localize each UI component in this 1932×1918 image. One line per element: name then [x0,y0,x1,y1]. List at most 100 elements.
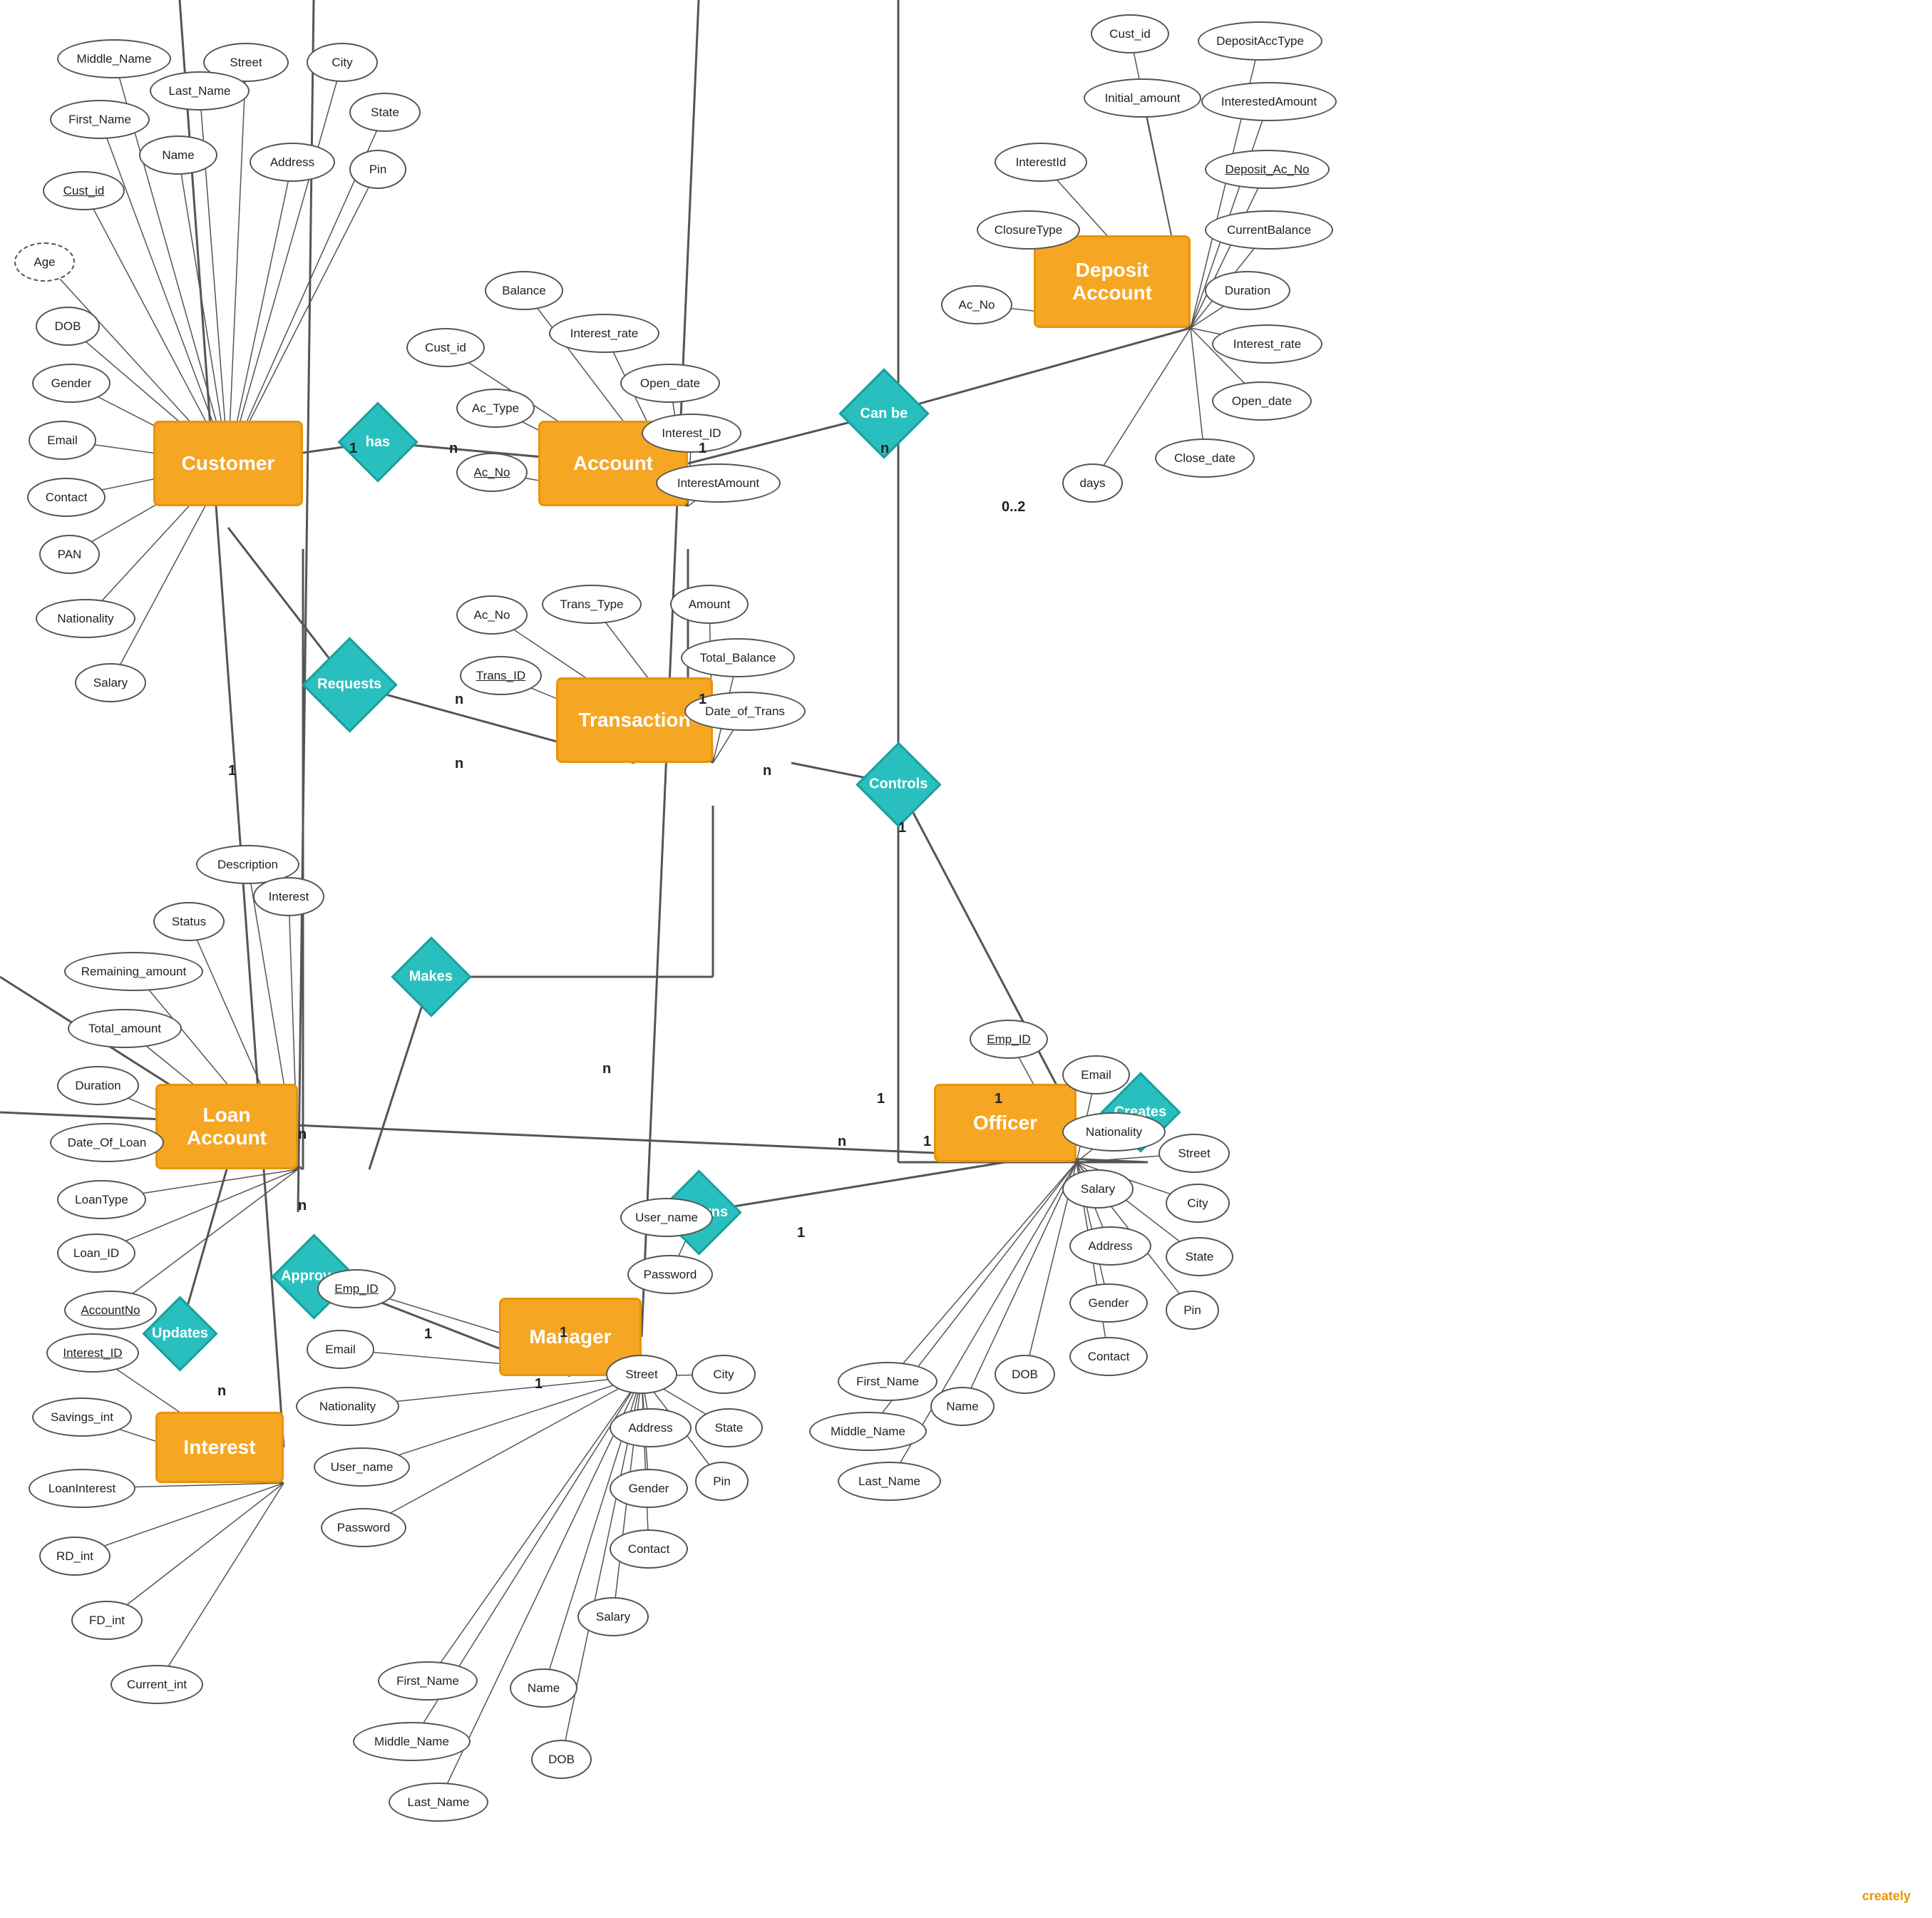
attribute-salary: Salary [577,1597,649,1636]
attribute-deposit-ac-no: Deposit_Ac_No [1205,150,1330,189]
attribute-state: State [349,93,421,132]
attribute-password: Password [321,1508,406,1547]
entity-loan_account: Loan Account [155,1084,298,1169]
attribute-salary: Salary [1062,1169,1134,1209]
multiplicity-17: 1 [877,1091,885,1107]
attribute-ac-no: Ac_No [456,595,528,635]
attribute-accountno: AccountNo [64,1291,157,1330]
attribute-depositacctype: DepositAccType [1198,21,1322,61]
attribute-dob: DOB [36,307,100,346]
attribute-gender: Gender [610,1469,688,1508]
attribute-cust-id: Cust_id [43,171,125,210]
attribute-pin: Pin [1166,1291,1219,1330]
attribute-emp-id: Emp_ID [317,1269,396,1308]
watermark: creately [1862,1889,1911,1904]
er-diagram: CustomerAccountDeposit AccountTransactio… [0,0,1932,1918]
attribute-nationality: Nationality [1062,1112,1166,1152]
multiplicity-7: 1 [228,763,236,779]
attribute-status: Status [153,902,225,941]
attribute-close-date: Close_date [1155,439,1255,478]
attribute-fd-int: FD_int [71,1601,143,1640]
attribute-address: Address [250,143,335,182]
attribute-balance: Balance [485,271,563,310]
attribute-ac-no: Ac_No [941,285,1012,324]
attribute-email: Email [307,1330,374,1369]
attribute-total-balance: Total_Balance [681,638,795,677]
relationship-requests: Requests [302,637,397,732]
multiplicity-8: n [455,756,463,772]
attribute-interestedamount: InterestedAmount [1201,82,1337,121]
relationship-controls: Controls [855,742,941,827]
attribute-address: Address [1069,1226,1151,1266]
entity-deposit_account: Deposit Account [1034,235,1191,328]
multiplicity-21: 1 [535,1376,543,1393]
attribute-name: Name [510,1668,577,1708]
attribute-amount: Amount [670,585,749,624]
attribute-ac-type: Ac_Type [456,389,535,428]
entity-transaction: Transaction [556,677,713,763]
attribute-cust-id: Cust_id [1091,14,1169,53]
attribute-salary: Salary [75,663,146,702]
multiplicity-18: n [298,1198,307,1214]
attribute-duration: Duration [1205,271,1290,310]
multiplicity-0: 1 [349,441,357,457]
attribute-contact: Contact [27,478,106,517]
multiplicity-6: n [455,692,463,708]
entity-officer: Officer [934,1084,1077,1162]
attribute-interest-id: Interest_ID [642,414,741,453]
attribute-pin: Pin [695,1462,749,1501]
multiplicity-2: 1 [699,441,706,457]
attribute-name: Name [930,1387,995,1426]
attribute-state: State [1166,1237,1233,1276]
attribute-user-name: User_name [620,1198,713,1237]
attribute-loan-id: Loan_ID [57,1234,135,1273]
attribute-interest: Interest [253,877,324,916]
attribute-middle-name: Middle_Name [57,39,171,78]
attribute-address: Address [610,1408,692,1447]
attribute-loaninterest: LoanInterest [29,1469,135,1508]
attribute-savings-int: Savings_int [32,1398,132,1437]
attribute-current-int: Current_int [111,1665,203,1704]
attribute-state: State [695,1408,763,1447]
attribute-city: City [1166,1184,1230,1223]
attribute-interestamount: InterestAmount [656,463,781,503]
attribute-cust-id: Cust_id [406,328,485,367]
attribute-last-name: Last_Name [838,1462,941,1501]
multiplicity-4: 0..2 [1002,499,1025,516]
attribute-contact: Contact [610,1529,688,1569]
attribute-emp-id: Emp_ID [970,1020,1048,1059]
multiplicity-10: 1 [898,820,906,836]
attribute-interest-rate: Interest_rate [549,314,659,353]
attribute-ac-no: Ac_No [456,453,528,492]
attribute-first-name: First_Name [50,100,150,139]
attribute-middle-name: Middle_Name [809,1412,927,1451]
relationship-makes: Makes [391,936,471,1017]
attribute-pan: PAN [39,535,100,574]
attribute-trans-type: Trans_Type [542,585,642,624]
multiplicity-5: 1 [699,692,706,708]
attribute-first-name: First_Name [838,1362,937,1401]
attribute-interest-rate: Interest_rate [1212,324,1322,364]
attribute-open-date: Open_date [1212,381,1312,421]
attribute-city: City [692,1355,756,1394]
attribute-days: days [1062,463,1123,503]
multiplicity-20: 1 [560,1325,567,1341]
multiplicity-11: n [602,1061,611,1077]
attribute-open-date: Open_date [620,364,720,403]
attribute-gender: Gender [32,364,111,403]
attribute-street: Street [1158,1134,1230,1173]
attribute-trans-id: Trans_ID [460,656,542,695]
multiplicity-14: n [838,1134,846,1150]
attribute-gender: Gender [1069,1283,1148,1323]
attribute-name: Name [139,135,217,175]
attribute-city: City [307,43,378,82]
attribute-dob: DOB [531,1740,592,1779]
attribute-currentbalance: CurrentBalance [1205,210,1333,250]
attribute-last-name: Last_Name [150,71,250,111]
attribute-interestid: InterestId [995,143,1087,182]
multiplicity-22: n [217,1383,226,1400]
attribute-remaining-amount: Remaining_amount [64,952,203,991]
attribute-user-name: User_name [314,1447,410,1487]
attribute-nationality: Nationality [296,1387,399,1426]
attribute-age: Age [14,242,75,282]
